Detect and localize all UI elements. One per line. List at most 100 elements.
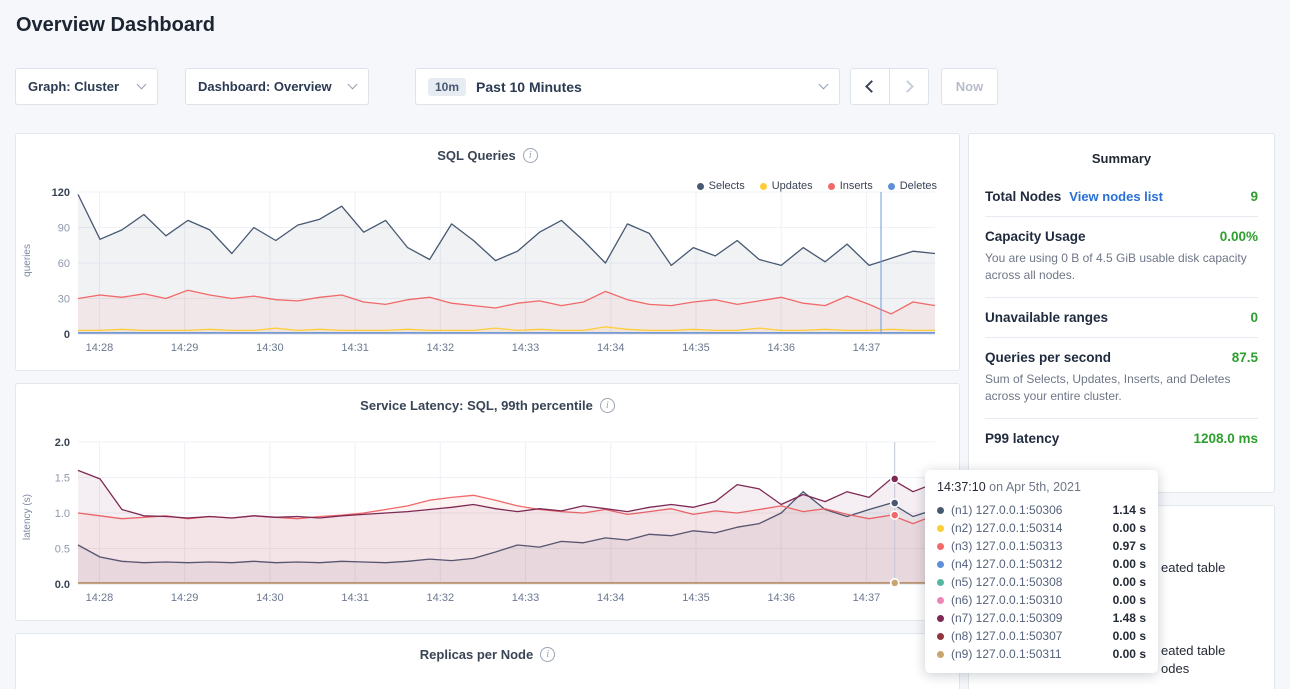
svg-text:30: 30 bbox=[58, 294, 70, 306]
tooltip-value: 0.00 s bbox=[1113, 647, 1146, 661]
tooltip-timestamp: 14:37:10 on Apr 5th, 2021 bbox=[937, 480, 1146, 494]
svg-text:14:28: 14:28 bbox=[86, 592, 114, 604]
chevron-left-icon bbox=[865, 80, 878, 93]
chevron-right-icon bbox=[901, 80, 914, 93]
chart-hover-tooltip: 14:37:10 on Apr 5th, 2021 (n1) 127.0.0.1… bbox=[925, 470, 1158, 673]
tooltip-row: (n1) 127.0.0.1:50306 1.14 s bbox=[937, 501, 1146, 519]
view-nodes-list-link[interactable]: View nodes list bbox=[1069, 189, 1163, 204]
svg-text:14:30: 14:30 bbox=[256, 342, 284, 354]
series-dot bbox=[937, 579, 944, 586]
svg-text:0.5: 0.5 bbox=[55, 544, 70, 556]
svg-text:14:35: 14:35 bbox=[682, 342, 710, 354]
svg-text:14:32: 14:32 bbox=[427, 342, 455, 354]
dashboard-label: Dashboard: bbox=[198, 79, 270, 94]
tooltip-row: (n2) 127.0.0.1:50314 0.00 s bbox=[937, 519, 1146, 537]
svg-text:14:35: 14:35 bbox=[682, 592, 710, 604]
dashboard-dropdown[interactable]: Dashboard: Overview bbox=[185, 68, 369, 105]
tooltip-value: 0.97 s bbox=[1113, 539, 1146, 553]
svg-text:14:30: 14:30 bbox=[256, 592, 284, 604]
tooltip-row: (n4) 127.0.0.1:50312 0.00 s bbox=[937, 555, 1146, 573]
time-range-badge: 10m bbox=[428, 78, 466, 96]
chevron-down-icon bbox=[819, 80, 829, 90]
tooltip-time: 14:37:10 bbox=[937, 480, 986, 494]
time-next-button[interactable] bbox=[889, 68, 929, 105]
replicas-chart[interactable] bbox=[26, 684, 949, 689]
tooltip-node: (n9) 127.0.0.1:50311 bbox=[951, 647, 1062, 661]
svg-text:14:33: 14:33 bbox=[512, 342, 540, 354]
info-icon[interactable] bbox=[600, 398, 615, 413]
tooltip-row: (n6) 127.0.0.1:50310 0.00 s bbox=[937, 591, 1146, 609]
svg-text:90: 90 bbox=[58, 223, 70, 235]
svg-text:14:31: 14:31 bbox=[341, 592, 369, 604]
summary-row-queries-per-second: Queries per second 87.5 Sum of Selects, … bbox=[985, 337, 1258, 418]
event-text-fragment: odes bbox=[1161, 661, 1189, 676]
time-range-dropdown[interactable]: 10m Past 10 Minutes bbox=[415, 68, 840, 105]
tooltip-node: (n5) 127.0.0.1:50308 bbox=[951, 575, 1062, 589]
tooltip-value: 1.14 s bbox=[1113, 503, 1146, 517]
tooltip-node: (n2) 127.0.0.1:50314 bbox=[951, 521, 1062, 535]
svg-text:14:33: 14:33 bbox=[512, 592, 540, 604]
event-text-fragment: eated table bbox=[1161, 560, 1225, 575]
now-button[interactable]: Now bbox=[941, 68, 998, 105]
summary-description: You are using 0 B of 4.5 GiB usable disk… bbox=[985, 250, 1258, 285]
tooltip-value: 0.00 s bbox=[1113, 593, 1146, 607]
time-prev-button[interactable] bbox=[850, 68, 890, 105]
summary-value: 1208.0 ms bbox=[1193, 431, 1258, 446]
sql-queries-chart[interactable]: 030609012014:2814:2914:3014:3114:3214:33… bbox=[26, 184, 949, 360]
chevron-down-icon bbox=[137, 80, 147, 90]
event-text-fragment: eated table bbox=[1161, 643, 1225, 658]
series-dot bbox=[937, 615, 944, 622]
tooltip-row: (n8) 127.0.0.1:50307 0.00 s bbox=[937, 627, 1146, 645]
tooltip-value: 0.00 s bbox=[1113, 629, 1146, 643]
graph-scope-label: Graph: bbox=[28, 79, 71, 94]
summary-row-unavailable-ranges: Unavailable ranges 0 bbox=[985, 297, 1258, 337]
summary-label: Unavailable ranges bbox=[985, 310, 1108, 325]
replicas-per-node-panel: Replicas per Node bbox=[15, 633, 960, 689]
svg-text:14:34: 14:34 bbox=[597, 592, 625, 604]
svg-text:0.0: 0.0 bbox=[55, 579, 70, 591]
tooltip-row: (n7) 127.0.0.1:50309 1.48 s bbox=[937, 609, 1146, 627]
svg-text:14:31: 14:31 bbox=[341, 342, 369, 354]
service-latency-chart[interactable]: 0.00.51.01.52.014:2814:2914:3014:3114:32… bbox=[26, 434, 949, 610]
panel-title-row: Replicas per Node bbox=[16, 634, 959, 662]
svg-text:14:29: 14:29 bbox=[171, 592, 199, 604]
summary-row-total-nodes: Total Nodes View nodes list 9 bbox=[985, 177, 1258, 216]
summary-row-capacity-usage: Capacity Usage 0.00% You are using 0 B o… bbox=[985, 216, 1258, 297]
tooltip-node: (n8) 127.0.0.1:50307 bbox=[951, 629, 1062, 643]
panel-title-row: SQL Queries bbox=[16, 134, 959, 163]
dashboard-value: Overview bbox=[274, 79, 332, 94]
summary-value: 87.5 bbox=[1232, 350, 1258, 365]
service-latency-panel: Service Latency: SQL, 99th percentile la… bbox=[15, 383, 960, 621]
graph-scope-dropdown[interactable]: Graph: Cluster bbox=[15, 68, 158, 105]
summary-value: 9 bbox=[1250, 189, 1258, 204]
info-icon[interactable] bbox=[523, 148, 538, 163]
tooltip-value: 0.00 s bbox=[1113, 575, 1146, 589]
svg-text:14:36: 14:36 bbox=[767, 592, 795, 604]
svg-text:14:36: 14:36 bbox=[767, 342, 795, 354]
chart-title: SQL Queries bbox=[437, 148, 516, 163]
svg-text:14:29: 14:29 bbox=[171, 342, 199, 354]
series-dot bbox=[937, 543, 944, 550]
summary-label: Capacity Usage bbox=[985, 229, 1086, 244]
series-dot bbox=[937, 507, 944, 514]
summary-label: Queries per second bbox=[985, 350, 1111, 365]
panel-title-row: Service Latency: SQL, 99th percentile bbox=[16, 384, 959, 413]
tooltip-node: (n4) 127.0.0.1:50312 bbox=[951, 557, 1062, 571]
summary-value: 0.00% bbox=[1220, 229, 1258, 244]
chart-title: Service Latency: SQL, 99th percentile bbox=[360, 398, 593, 413]
svg-text:14:34: 14:34 bbox=[597, 342, 625, 354]
series-dot bbox=[937, 525, 944, 532]
svg-text:14:32: 14:32 bbox=[427, 592, 455, 604]
svg-text:1.5: 1.5 bbox=[55, 473, 70, 485]
info-icon[interactable] bbox=[540, 647, 555, 662]
summary-row-p99-latency: P99 latency 1208.0 ms bbox=[985, 418, 1258, 458]
graph-scope-value: Cluster bbox=[74, 79, 119, 94]
time-range-label: Past 10 Minutes bbox=[476, 79, 582, 95]
svg-text:14:28: 14:28 bbox=[86, 342, 114, 354]
tooltip-value: 1.48 s bbox=[1113, 611, 1146, 625]
page-title: Overview Dashboard bbox=[16, 14, 215, 37]
tooltip-row: (n3) 127.0.0.1:50313 0.97 s bbox=[937, 537, 1146, 555]
tooltip-node: (n6) 127.0.0.1:50310 bbox=[951, 593, 1062, 607]
series-dot bbox=[937, 597, 944, 604]
svg-text:60: 60 bbox=[58, 258, 70, 270]
